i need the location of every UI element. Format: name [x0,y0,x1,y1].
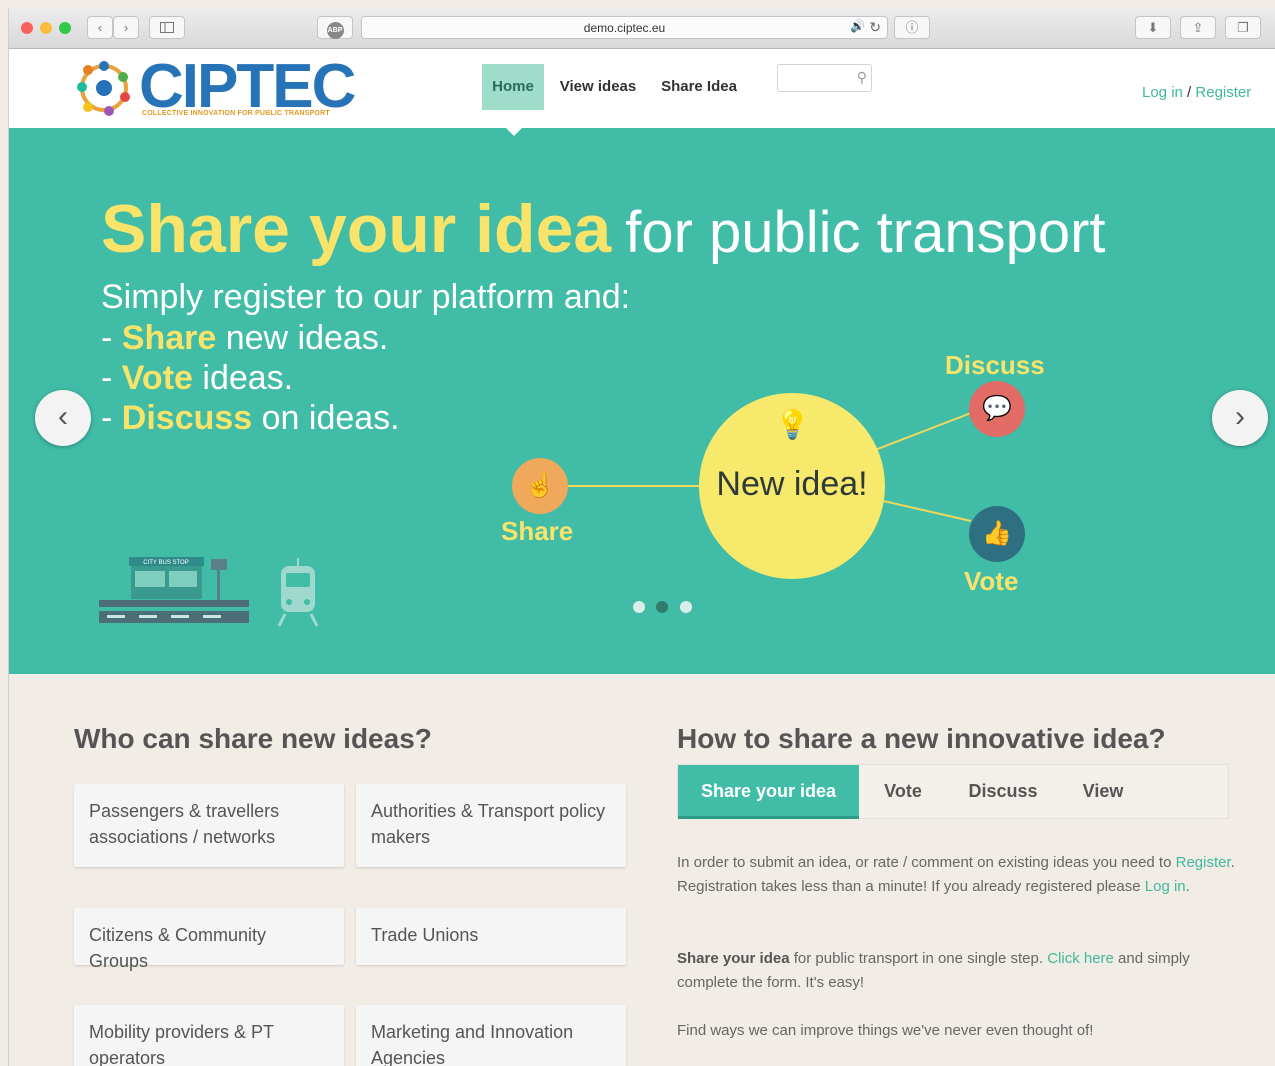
zoom-window-button[interactable] [59,22,71,34]
how-title: How to share a new innovative idea? [677,723,1166,754]
info-button[interactable]: ⓘ [894,16,930,39]
tabs-overview-button[interactable]: ❐ [1225,16,1261,39]
active-nav-caret [506,128,522,136]
people-circle-logo-icon[interactable] [73,57,135,119]
share-label: Share [501,516,574,546]
nav-share-idea[interactable]: Share Idea [656,64,742,110]
adblock-button[interactable]: ABP [317,16,353,39]
tab-share-your-idea[interactable]: Share your idea [678,765,859,819]
auth-links: Log in / Register [1142,84,1251,101]
sidebar-icon [160,22,174,33]
speaker-icon[interactable]: 🔊 [850,19,865,33]
nav-view-ideas[interactable]: View ideas [556,64,640,110]
chevron-right-icon: › [123,20,129,35]
browser-window: ‹ › ABP demo.ciptec.eu 🔊 ↻ ⓘ ⬇ ⇪ ❐ CIPTE… [8,8,1275,1066]
register-link[interactable]: Register [1195,84,1251,101]
audience-card: Mobility providers & PT operators [74,1005,344,1066]
tabs-icon: ❐ [1237,20,1249,35]
register-link[interactable]: Register [1176,854,1231,871]
svg-text:CITY BUS STOP: CITY BUS STOP [143,560,188,566]
audience-card: Passengers & travellers associations / n… [74,784,344,867]
download-icon: ⬇ [1147,20,1159,35]
downloads-button[interactable]: ⬇ [1135,16,1171,39]
tab-view[interactable]: View [1068,765,1138,818]
site-header: CIPTEC COLLECTIVE INNOVATION FOR PUBLIC … [9,49,1275,128]
forward-button[interactable]: › [113,16,139,39]
how-paragraph-share: Share your idea for public transport in … [677,950,1190,991]
speech-bubbles-icon: 💬 [969,381,1025,437]
carousel-dot-1[interactable] [633,601,645,613]
info-icon: ⓘ [905,20,919,35]
tab-discuss[interactable]: Discuss [958,765,1048,818]
how-tabs: Share your idea Vote Discuss View [677,764,1229,819]
close-window-button[interactable] [21,22,33,34]
url-text: demo.ciptec.eu [583,21,666,35]
thumbs-up-icon: 👍 [969,506,1025,562]
browser-toolbar: ‹ › ABP demo.ciptec.eu 🔊 ↻ ⓘ ⬇ ⇪ ❐ [9,8,1275,49]
login-link[interactable]: Log in [1142,84,1183,101]
minimize-window-button[interactable] [40,22,52,34]
chevron-left-icon: ‹ [97,20,103,35]
hand-pointer-icon: ☝ [512,458,568,514]
audience-card: Trade Unions [356,908,626,965]
click-here-link[interactable]: Click here [1047,950,1114,967]
new-idea-circle: 💡 New idea! [699,393,885,579]
login-link[interactable]: Log in [1145,878,1186,895]
audience-card: Marketing and Innovation Agencies [356,1005,626,1066]
share-icon: ⇪ [1192,20,1204,35]
reload-icon[interactable]: ↻ [869,19,881,36]
how-paragraph-register: In order to submit an idea, or rate / co… [677,854,1235,895]
how-paragraph-ideas: Find ways we can improve things we've ne… [677,1022,1094,1039]
share-button[interactable]: ⇪ [1180,16,1216,39]
address-bar[interactable]: demo.ciptec.eu 🔊 ↻ [361,16,888,39]
adblock-icon: ABP [326,22,344,39]
new-idea-label: New idea! [716,465,868,503]
carousel-dot-3[interactable] [680,601,692,613]
logo-tagline: COLLECTIVE INNOVATION FOR PUBLIC TRANSPO… [142,110,330,117]
carousel-dot-2[interactable] [656,601,668,613]
audience-card: Citizens & Community Groups [74,908,344,971]
sidebar-button[interactable] [149,16,185,39]
tram-icon [277,558,319,627]
hero-carousel: Share your idea for public transport Simp… [9,128,1275,674]
discuss-label: Discuss [945,350,1045,380]
vote-label: Vote [964,566,1019,596]
back-button[interactable]: ‹ [87,16,113,39]
search-icon[interactable]: ⚲ [857,69,867,86]
lightbulb-icon: 💡 [775,409,810,440]
search-input[interactable]: ⚲ [777,64,872,92]
who-title: Who can share new ideas? [74,723,432,754]
nav-home[interactable]: Home [482,64,544,110]
audience-card: Authorities & Transport policy makers [356,784,626,867]
tab-vote[interactable]: Vote [868,765,938,818]
auth-separator: / [1182,84,1196,101]
bus-stop-illustration-icon: CITY BUS STOP [99,557,249,623]
